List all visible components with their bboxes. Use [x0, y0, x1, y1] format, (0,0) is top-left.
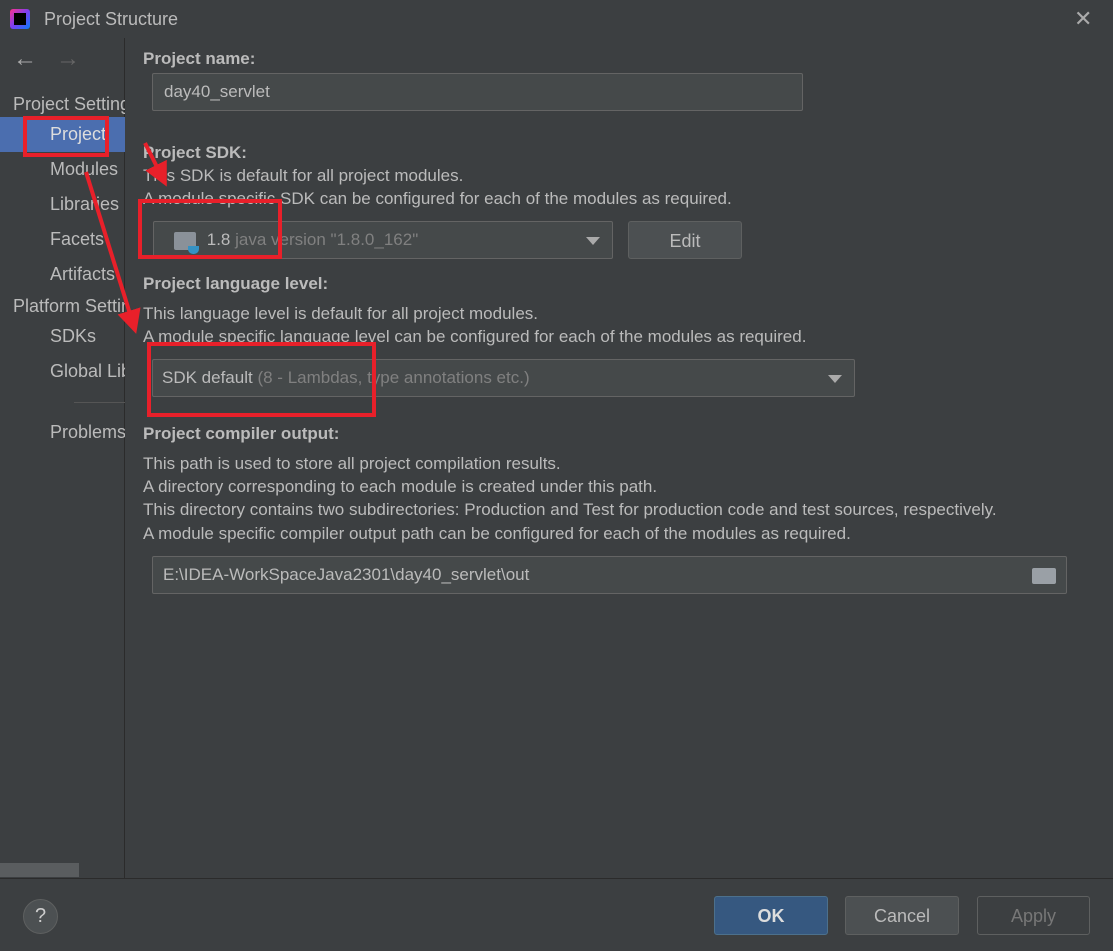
project-sdk-label: Project SDK:: [143, 143, 247, 162]
compiler-output-label: Project compiler output:: [143, 424, 340, 443]
sdk-description-2: A module specific SDK can be configured …: [143, 189, 732, 208]
forward-arrow-icon[interactable]: →: [56, 45, 80, 73]
language-level-detail: (8 - Lambdas, type annotations etc.): [257, 368, 530, 387]
sdk-version: 1.8: [206, 230, 231, 249]
compiler-output-path: E:\IDEA-WorkSpaceJava2301\day40_servlet\…: [163, 565, 530, 584]
back-arrow-icon[interactable]: ←: [13, 45, 37, 73]
language-description-2: A module specific language level can be …: [143, 327, 807, 346]
output-description-3: This directory contains two subdirectori…: [143, 500, 997, 519]
section-platform-settings: Platform Settings: [13, 296, 125, 316]
project-sdk-dropdown[interactable]: 1.8 java version "1.8.0_162": [153, 221, 613, 259]
close-icon[interactable]: ✕: [1074, 6, 1092, 32]
project-name-label: Project name:: [143, 49, 256, 68]
chevron-down-icon: [586, 237, 600, 245]
sdk-description-1: This SDK is default for all project modu…: [143, 166, 464, 185]
output-description-2: A directory corresponding to each module…: [143, 477, 658, 496]
sidebar-item-modules[interactable]: Modules: [0, 152, 125, 187]
sdk-detail: java version "1.8.0_162": [235, 230, 419, 249]
project-name-input[interactable]: day40_servlet: [152, 73, 803, 111]
window-title: Project Structure: [44, 9, 179, 29]
output-description-1: This path is used to store all project c…: [143, 454, 561, 473]
compiler-output-input[interactable]: E:\IDEA-WorkSpaceJava2301\day40_servlet\…: [152, 556, 1067, 594]
sidebar-scrollbar[interactable]: [0, 863, 79, 877]
edit-sdk-button[interactable]: Edit: [628, 221, 742, 259]
sidebar-item-global-libraries[interactable]: Global Libraries: [0, 354, 125, 389]
language-level-label: Project language level:: [143, 274, 329, 293]
sidebar-item-project[interactable]: Project: [0, 117, 125, 152]
language-level-dropdown[interactable]: SDK default (8 - Lambdas, type annotatio…: [152, 359, 855, 397]
apply-button[interactable]: Apply: [977, 896, 1090, 935]
sidebar-divider: [74, 402, 125, 403]
sidebar-item-libraries[interactable]: Libraries: [0, 187, 125, 222]
folder-java-icon: [174, 231, 199, 254]
sidebar-item-sdks[interactable]: SDKs: [0, 319, 125, 354]
ok-button[interactable]: OK: [714, 896, 828, 935]
language-description-1: This language level is default for all p…: [143, 304, 538, 323]
section-project-settings: Project Settings: [13, 94, 125, 114]
browse-folder-icon[interactable]: [1032, 568, 1056, 584]
language-level-value: SDK default: [162, 368, 253, 387]
footer-divider: [0, 878, 1113, 879]
cancel-button[interactable]: Cancel: [845, 896, 959, 935]
chevron-down-icon: [828, 375, 842, 383]
help-button[interactable]: ?: [23, 899, 58, 934]
sidebar-item-problems[interactable]: Problems: [0, 415, 125, 450]
output-description-4: A module specific compiler output path c…: [143, 524, 851, 543]
intellij-logo-icon: [10, 9, 30, 29]
sidebar-item-facets[interactable]: Facets: [0, 222, 125, 257]
sidebar-item-artifacts[interactable]: Artifacts: [0, 257, 125, 292]
